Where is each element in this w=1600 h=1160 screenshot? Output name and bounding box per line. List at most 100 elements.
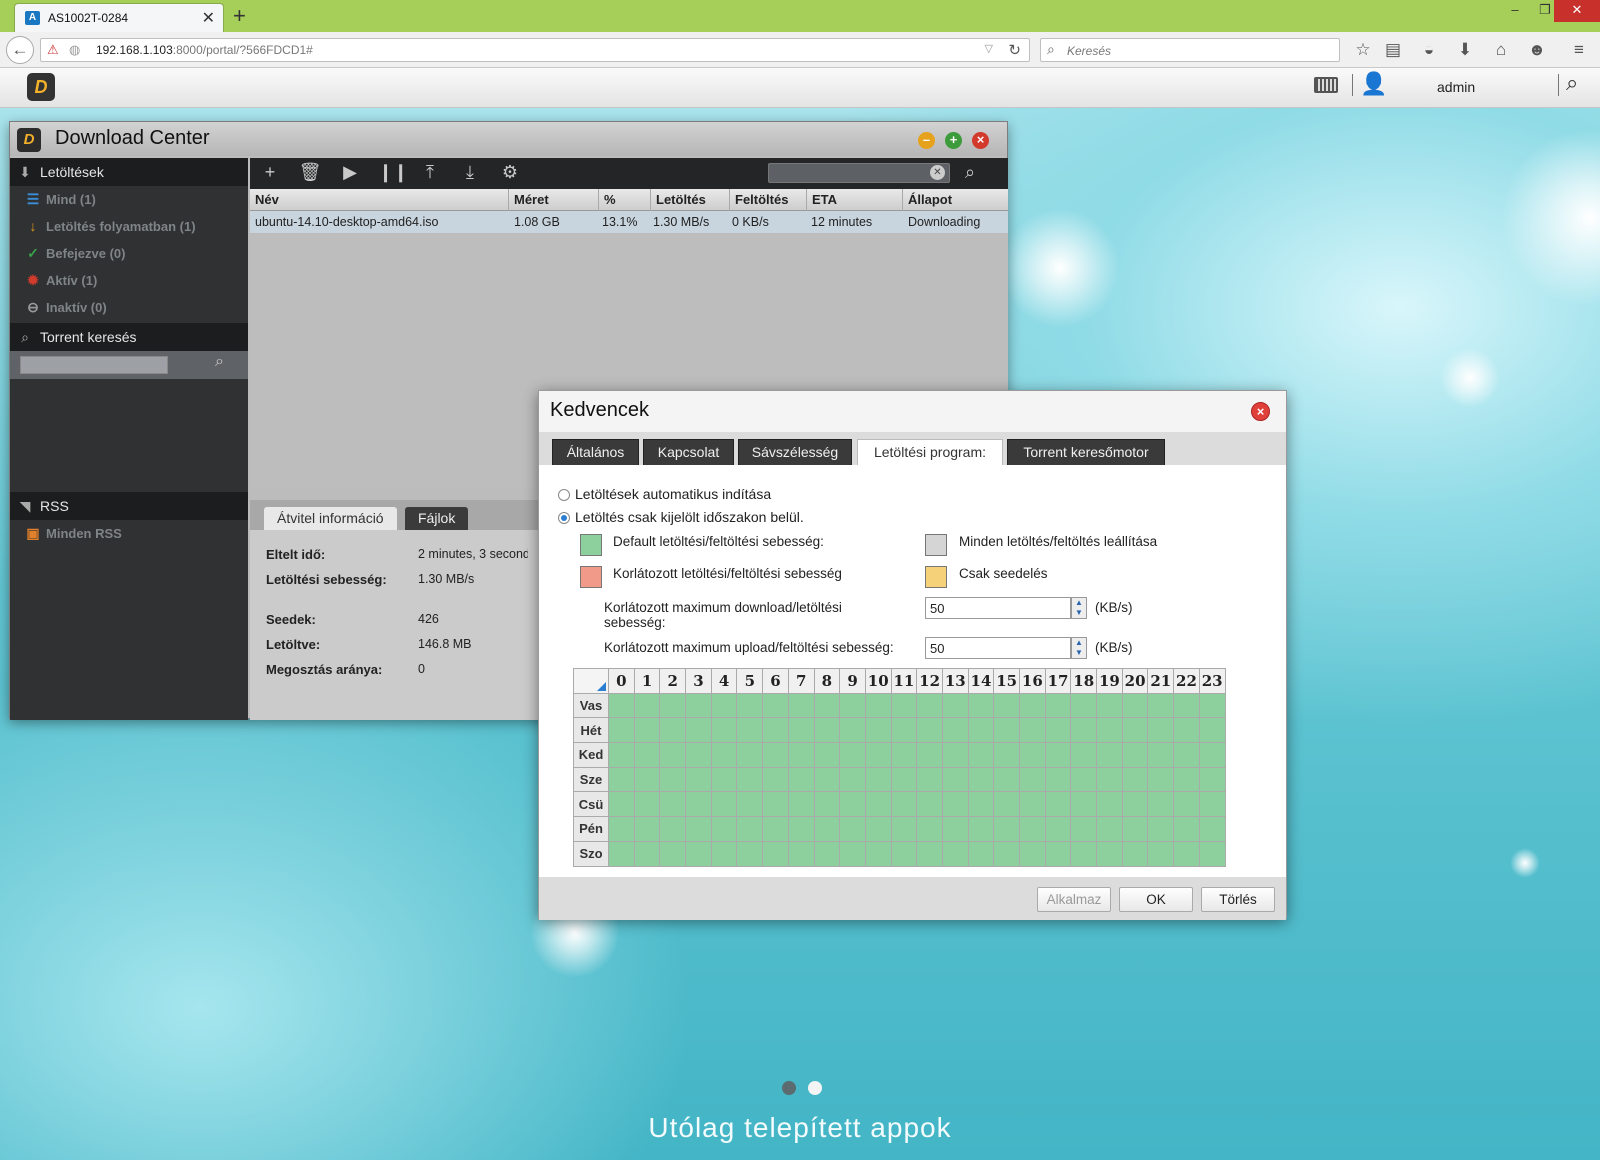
- schedule-cell[interactable]: [1044, 692, 1072, 719]
- minimize-icon[interactable]: –: [918, 132, 935, 149]
- tab-torrent-search-engine[interactable]: Torrent keresőmotor: [1007, 439, 1165, 465]
- schedule-cell[interactable]: [941, 692, 969, 719]
- tab-scheduler[interactable]: Letöltési program:: [857, 439, 1003, 465]
- search-icon[interactable]: ⌕: [958, 162, 982, 183]
- schedule-cell[interactable]: [864, 717, 892, 744]
- day-header[interactable]: Csü: [573, 791, 609, 818]
- schedule-cell[interactable]: [1096, 766, 1123, 793]
- schedule-cell[interactable]: [685, 742, 712, 768]
- sidebar-item-all-rss[interactable]: ▣ Minden RSS: [10, 520, 248, 547]
- hour-header[interactable]: 17: [1044, 668, 1072, 694]
- schedule-cell[interactable]: [659, 791, 687, 818]
- hour-header[interactable]: 1: [633, 668, 661, 694]
- reload-icon[interactable]: ↻: [1008, 41, 1021, 59]
- menu-icon[interactable]: ≡: [1566, 37, 1592, 63]
- schedule-cell[interactable]: [864, 840, 892, 867]
- schedule-cell[interactable]: [993, 816, 1020, 842]
- hour-header[interactable]: 13: [941, 668, 969, 694]
- schedule-cell[interactable]: [1070, 816, 1098, 842]
- schedule-cell[interactable]: [1198, 742, 1226, 768]
- schedule-cell[interactable]: [685, 816, 712, 842]
- schedule-cell[interactable]: [1070, 692, 1098, 719]
- schedule-cell[interactable]: [608, 791, 635, 818]
- schedule-cell[interactable]: [1044, 766, 1072, 793]
- close-tab-icon[interactable]: ✕: [202, 8, 215, 28]
- schedule-cell[interactable]: [1019, 766, 1046, 793]
- torrent-search-header[interactable]: ⌕ Torrent keresés: [10, 323, 248, 351]
- schedule-cell[interactable]: [1173, 717, 1200, 744]
- hour-header[interactable]: 2: [659, 668, 687, 694]
- schedule-cell[interactable]: [1121, 791, 1149, 818]
- day-header[interactable]: Hét: [573, 717, 609, 744]
- chat-icon[interactable]: ☻: [1524, 37, 1550, 63]
- col-eta[interactable]: ETA: [806, 189, 837, 211]
- schedule-cell[interactable]: [787, 692, 815, 719]
- col-name[interactable]: Név: [250, 189, 279, 211]
- hour-header[interactable]: 0: [608, 668, 635, 694]
- schedule-cell[interactable]: [1121, 816, 1149, 842]
- schedule-cell[interactable]: [839, 816, 866, 842]
- schedule-cell[interactable]: [967, 840, 995, 867]
- schedule-cell[interactable]: [633, 816, 661, 842]
- schedule-cell[interactable]: [993, 840, 1020, 867]
- search-icon[interactable]: ⌕: [215, 353, 224, 371]
- schedule-cell[interactable]: [762, 791, 789, 818]
- pocket-icon[interactable]: ◒: [1416, 37, 1442, 63]
- schedule-cell[interactable]: [1147, 766, 1175, 793]
- cancel-button[interactable]: Törlés: [1201, 887, 1275, 912]
- schedule-cell[interactable]: [685, 791, 712, 818]
- schedule-cell[interactable]: [1198, 692, 1226, 719]
- schedule-cell[interactable]: [659, 816, 687, 842]
- clear-icon[interactable]: ✕: [930, 165, 945, 180]
- max-download-input[interactable]: 50: [925, 597, 1071, 619]
- hour-header[interactable]: 9: [839, 668, 866, 694]
- schedule-cell[interactable]: [916, 766, 943, 793]
- browser-search-field[interactable]: ⌕ Keresés: [1040, 38, 1340, 62]
- schedule-cell[interactable]: [1096, 816, 1123, 842]
- schedule-cell[interactable]: [710, 791, 738, 818]
- schedule-cell[interactable]: [685, 717, 712, 744]
- schedule-cell[interactable]: [1044, 816, 1072, 842]
- schedule-cell[interactable]: [839, 742, 866, 768]
- schedule-cell[interactable]: [941, 791, 969, 818]
- hour-header[interactable]: 4: [710, 668, 738, 694]
- downloads-icon[interactable]: ⬇: [1452, 37, 1478, 63]
- browser-tab[interactable]: A AS1002T-0284 ✕: [14, 3, 224, 32]
- schedule-cell[interactable]: [813, 742, 841, 768]
- hour-header[interactable]: 14: [967, 668, 995, 694]
- schedule-cell[interactable]: [710, 816, 738, 842]
- schedule-cell[interactable]: [1147, 791, 1175, 818]
- dialog-titlebar[interactable]: Kedvencek ×: [539, 391, 1286, 432]
- day-header[interactable]: Vas: [573, 692, 609, 719]
- schedule-cell[interactable]: [736, 692, 764, 719]
- add-icon[interactable]: +: [258, 162, 282, 183]
- schedule-cell[interactable]: [993, 717, 1020, 744]
- user-icon[interactable]: 👤: [1360, 71, 1387, 97]
- schedule-cell[interactable]: [864, 692, 892, 719]
- schedule-cell[interactable]: [710, 692, 738, 719]
- schedule-cell[interactable]: [993, 692, 1020, 719]
- day-header[interactable]: Szo: [573, 840, 609, 867]
- hour-header[interactable]: 15: [993, 668, 1020, 694]
- schedule-cell[interactable]: [813, 766, 841, 793]
- home-icon[interactable]: ⌂: [1488, 37, 1514, 63]
- schedule-cell[interactable]: [993, 766, 1020, 793]
- sidebar-item-completed[interactable]: ✓ Befejezve (0): [10, 240, 248, 267]
- schedule-cell[interactable]: [890, 766, 918, 793]
- schedule-cell[interactable]: [1198, 791, 1226, 818]
- hour-header[interactable]: 8: [813, 668, 841, 694]
- schedule-cell[interactable]: [1019, 816, 1046, 842]
- schedule-cell[interactable]: [659, 692, 687, 719]
- new-tab-button[interactable]: +: [233, 3, 246, 29]
- schedule-cell[interactable]: [762, 816, 789, 842]
- reading-list-icon[interactable]: ▤: [1380, 37, 1406, 63]
- schedule-cell[interactable]: [813, 816, 841, 842]
- schedule-cell[interactable]: [1121, 692, 1149, 719]
- schedule-cell[interactable]: [1096, 717, 1123, 744]
- hour-header[interactable]: 20: [1121, 668, 1149, 694]
- schedule-cell[interactable]: [608, 717, 635, 744]
- schedule-cell[interactable]: [916, 791, 943, 818]
- close-icon[interactable]: ×: [1251, 402, 1270, 421]
- pause-icon[interactable]: ❙❙: [378, 162, 408, 183]
- apply-button[interactable]: Alkalmaz: [1037, 887, 1111, 912]
